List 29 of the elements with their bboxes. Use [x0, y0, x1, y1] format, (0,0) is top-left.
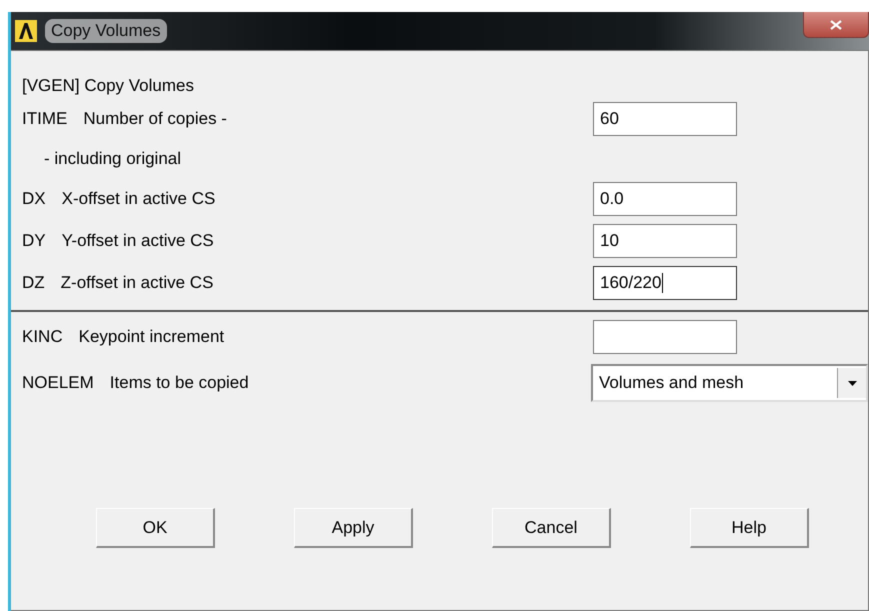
close-icon	[830, 20, 842, 30]
close-button[interactable]	[803, 12, 869, 38]
parameter-code: DY	[22, 231, 46, 251]
field-label: X-offset in active CS	[62, 189, 216, 209]
dialog-button[interactable]: OK	[96, 508, 215, 548]
field-label: Y-offset in active CS	[62, 231, 215, 251]
field-label: Z-offset in active CS	[60, 273, 214, 293]
parameter-code: DZ	[22, 273, 45, 293]
input-field[interactable]: 160/220	[593, 266, 737, 300]
parameter-code: DX	[22, 189, 46, 209]
input-field[interactable]: 10	[593, 224, 737, 258]
dialog-button[interactable]: Help	[690, 508, 809, 548]
input-field[interactable]: 60	[593, 102, 737, 136]
caret-icon	[848, 380, 856, 386]
input-field[interactable]: 0.0	[593, 182, 737, 216]
field-label: Items to be copied	[110, 373, 250, 393]
field-label: Number of copies -	[83, 109, 228, 129]
dropdown[interactable]: Volumes and mesh	[591, 364, 868, 402]
parameter-code: KINC	[22, 327, 63, 347]
input-field[interactable]	[593, 320, 737, 354]
field-note: - including original	[43, 149, 182, 169]
parameter-code: NOELEM	[22, 373, 94, 393]
window-title: Copy Volumes	[45, 19, 167, 43]
dialog-button[interactable]: Cancel	[492, 508, 611, 548]
app-logo-icon	[15, 20, 37, 42]
dialog-heading: [VGEN] Copy Volumes	[22, 76, 195, 97]
parameter-code: ITIME	[22, 109, 68, 129]
field-label: Keypoint increment	[78, 327, 226, 347]
dialog-button[interactable]: Apply	[294, 508, 413, 548]
